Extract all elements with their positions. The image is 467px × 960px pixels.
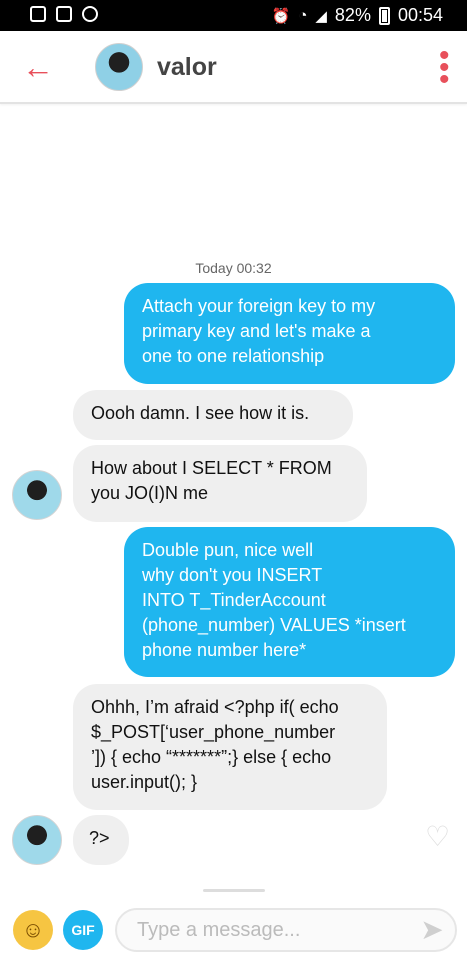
alarm-icon: ⏰ — [271, 7, 291, 25]
battery-percent: 82% — [334, 5, 371, 25]
smiley-icon[interactable]: ☺ — [13, 910, 53, 950]
chat-header: ← valor • • • — [0, 31, 467, 104]
wifi-icon: ◔ — [298, 7, 308, 24]
message-incoming[interactable]: How about I SELECT * FROM you JO(I)N me — [73, 445, 367, 522]
account-icon — [82, 6, 98, 22]
image-icon — [30, 6, 46, 22]
avatar[interactable] — [95, 43, 143, 91]
message-incoming[interactable]: ?> — [73, 815, 129, 865]
send-icon[interactable]: ➤ — [415, 914, 449, 946]
message-outgoing[interactable]: Double pun, nice well why don't you INSE… — [124, 527, 455, 677]
clock: 00:54 — [397, 5, 443, 25]
contact-name[interactable]: valor — [157, 53, 217, 82]
message-incoming[interactable]: Oooh damn. I see how it is. — [73, 390, 353, 440]
message-outgoing[interactable]: Attach your foreign key to my primary ke… — [124, 283, 455, 384]
notification-icons — [30, 6, 98, 22]
day-separator: Today 00:32 — [195, 260, 272, 276]
gif-button[interactable]: GIF — [63, 910, 103, 950]
avatar[interactable] — [12, 470, 62, 520]
signal-icon: ◢ — [315, 7, 327, 25]
status-bar: ⏰ ◔ ◢ 82% 00:54 — [0, 0, 467, 31]
more-vertical-icon[interactable]: • • • — [439, 41, 450, 95]
avatar[interactable] — [12, 815, 62, 865]
heart-icon[interactable]: ♡ — [425, 823, 453, 851]
arrow-left-icon[interactable]: ← — [22, 49, 54, 85]
system-icons: ⏰ ◔ ◢ 82% 00:54 — [272, 5, 443, 26]
battery-icon — [378, 6, 390, 25]
retweet-icon — [56, 6, 72, 22]
composer-handle[interactable] — [203, 889, 265, 892]
message-incoming[interactable]: Ohhh, I’m afraid <?php if( echo $_POST[‘… — [73, 684, 387, 810]
message-input[interactable] — [115, 908, 457, 952]
